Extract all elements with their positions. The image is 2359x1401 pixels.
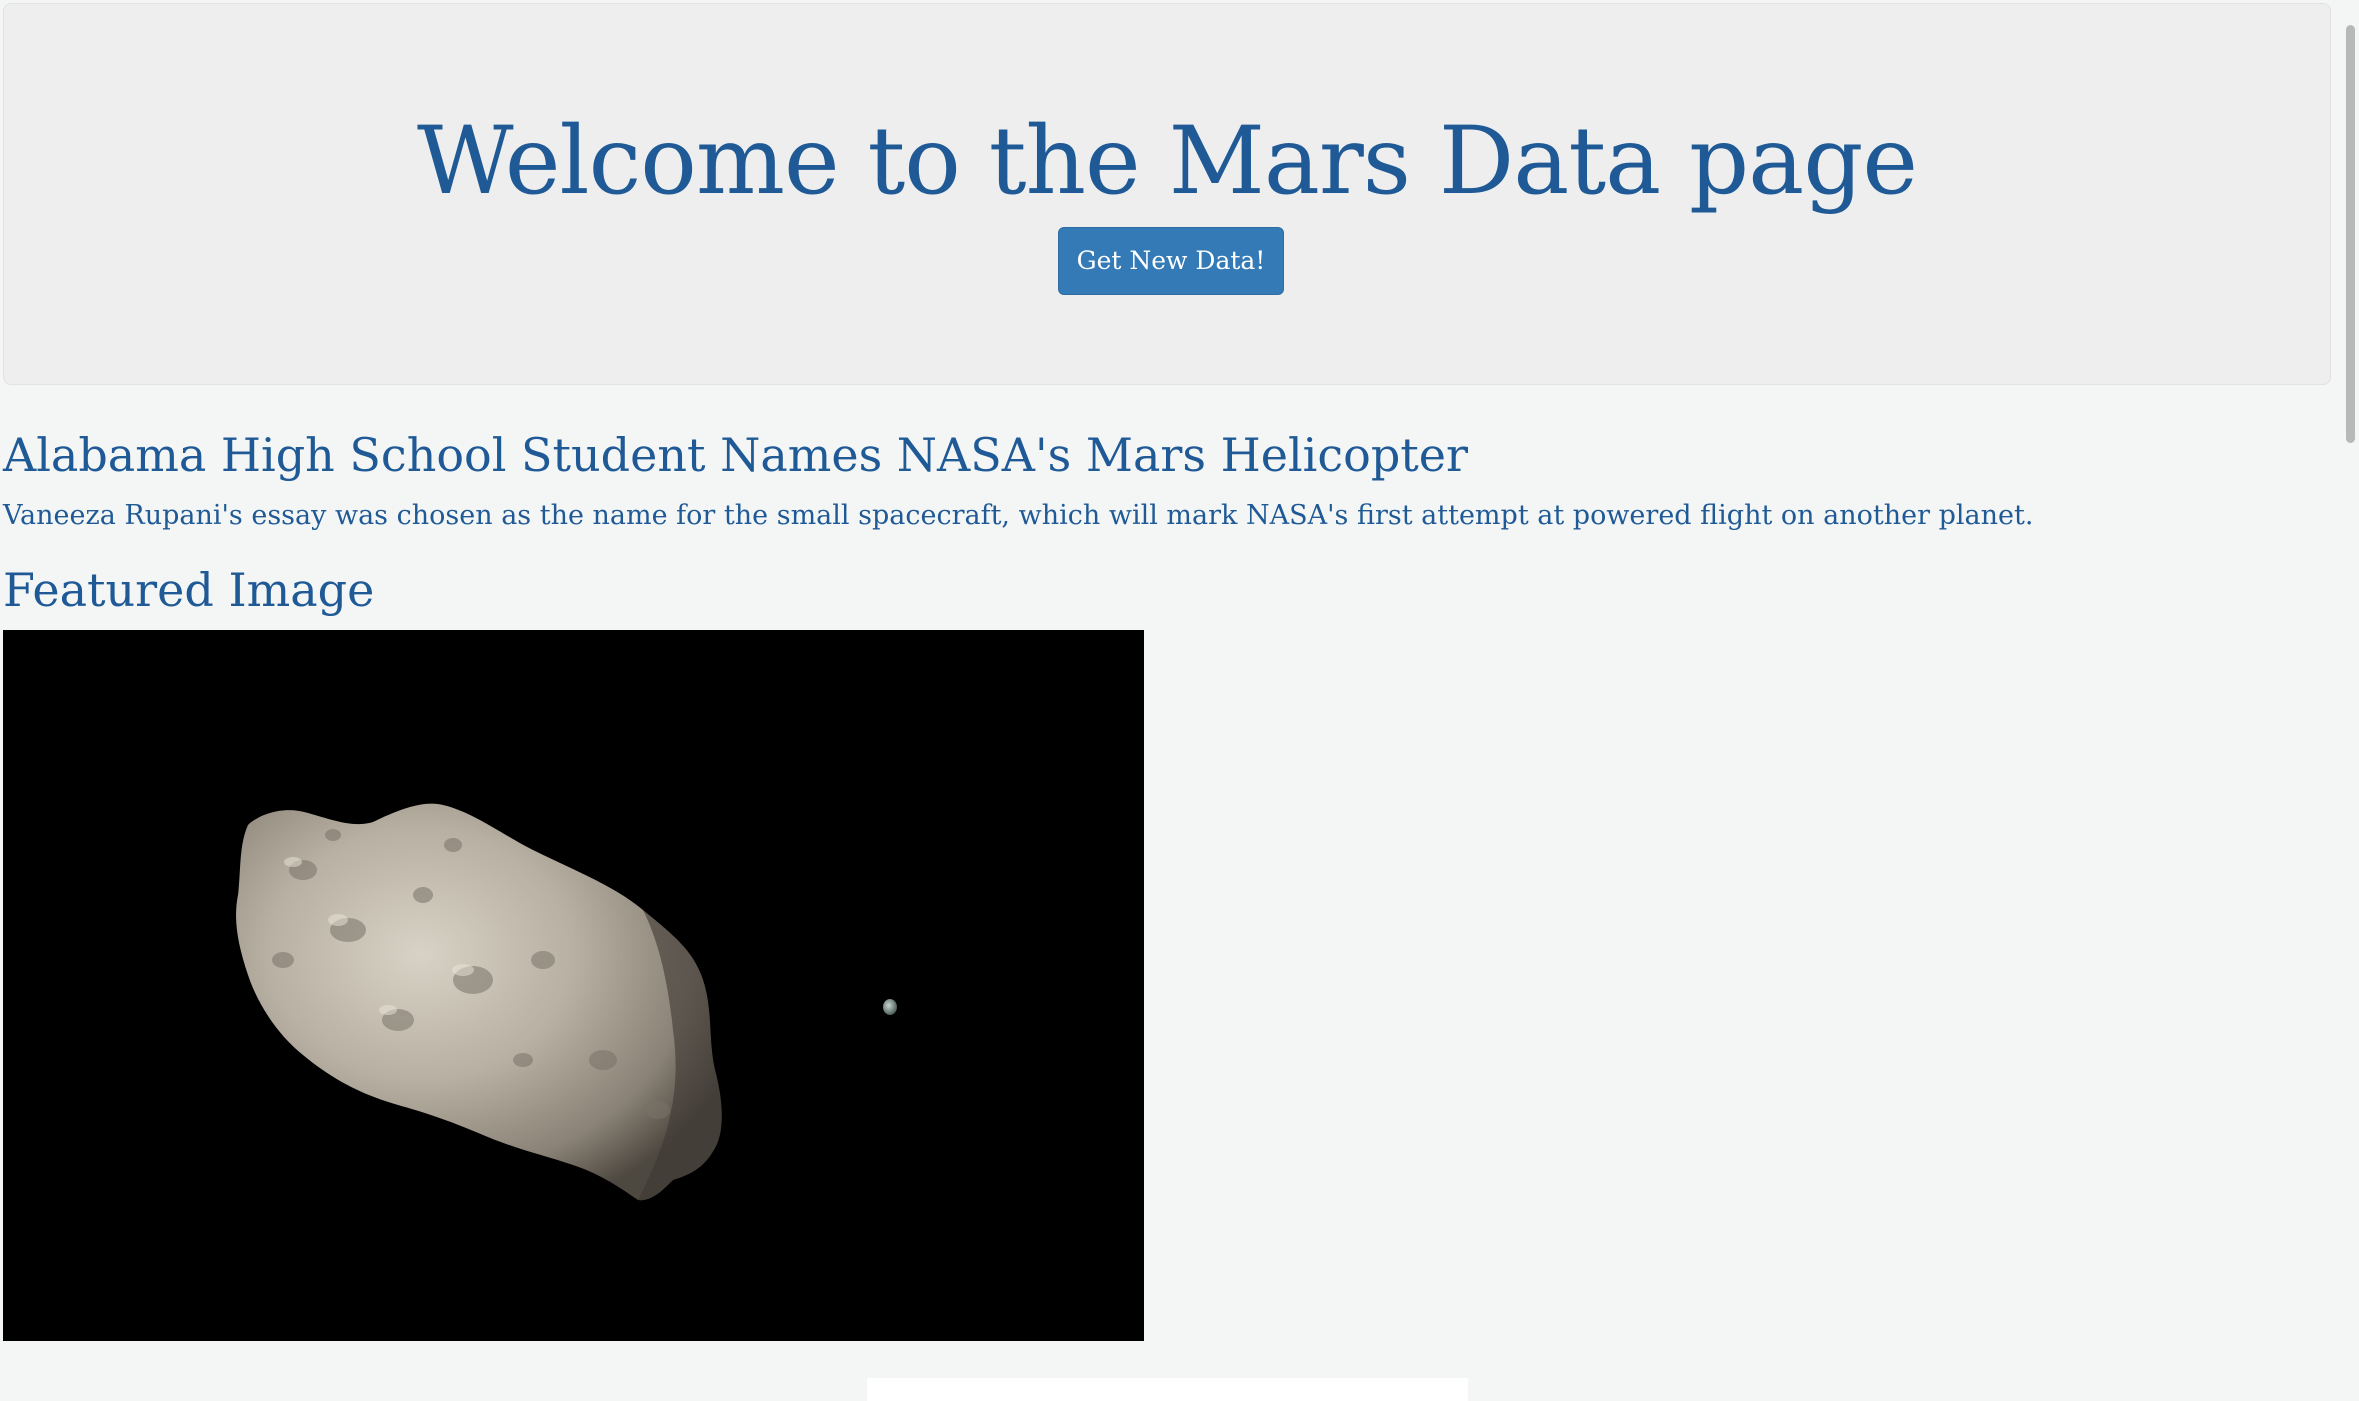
vertical-scrollbar[interactable] — [2342, 0, 2359, 1401]
bottom-panel — [867, 1378, 1468, 1401]
asteroid-image — [3, 630, 1144, 1341]
get-new-data-button[interactable]: Get New Data! — [1058, 227, 1284, 295]
featured-image — [3, 630, 1144, 1341]
moon-dactyl — [883, 999, 897, 1015]
jumbotron: Welcome to the Mars Data page Get New Da… — [3, 3, 2331, 385]
page: Welcome to the Mars Data page Get New Da… — [0, 0, 2342, 1401]
news-paragraph: Vaneeza Rupani's essay was chosen as the… — [3, 500, 2034, 531]
scrollbar-thumb[interactable] — [2346, 25, 2355, 443]
news-title: Alabama High School Student Names NASA's… — [3, 428, 1468, 482]
featured-image-heading: Featured Image — [3, 563, 375, 617]
page-title: Welcome to the Mars Data page — [416, 107, 1918, 216]
